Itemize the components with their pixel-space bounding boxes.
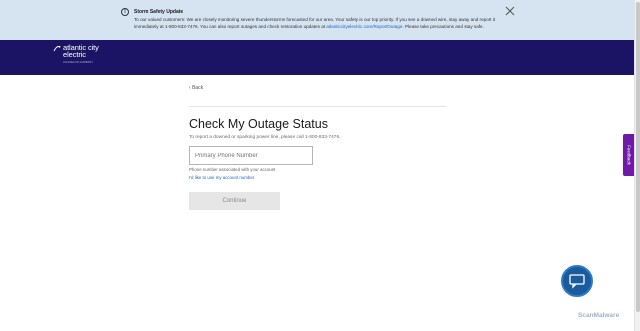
vertical-scrollbar[interactable] xyxy=(634,0,640,331)
back-link[interactable]: ‹ Back xyxy=(189,85,203,91)
logo-swirl-icon xyxy=(53,45,61,52)
alert-body-text-end: . Please take precautions and stay safe. xyxy=(402,24,484,29)
divider xyxy=(189,106,446,107)
page-title: Check My Outage Status xyxy=(189,117,328,131)
storm-alert-banner: ! Storm Safety Update To our valued cust… xyxy=(0,0,634,40)
phone-number-input[interactable] xyxy=(189,146,313,165)
page: ! Storm Safety Update To our valued cust… xyxy=(0,0,640,331)
feedback-tab[interactable]: Feedback xyxy=(623,134,634,176)
logo[interactable]: atlantic city electric xyxy=(63,44,99,59)
logo-line2: electric xyxy=(63,50,86,59)
alert-body: To our valued customers: We are closely … xyxy=(134,16,500,30)
alert-title: Storm Safety Update xyxy=(134,9,184,15)
info-circle-icon: ! xyxy=(121,8,129,16)
report-outage-link[interactable]: atlanticcityelectric.com/ReportOutage xyxy=(326,24,402,29)
chat-bubble-icon xyxy=(569,274,585,289)
back-label: Back xyxy=(192,85,204,91)
logo-subtitle: AN EXELON COMPANY xyxy=(63,61,94,64)
continue-button[interactable]: Continue xyxy=(189,192,280,210)
chat-button[interactable] xyxy=(561,265,593,297)
close-x-icon[interactable] xyxy=(505,6,515,16)
watermark: ScanMalware xyxy=(578,312,620,319)
feedback-label: Feedback xyxy=(626,145,631,165)
phone-help-text: Phone number associated with your accoun… xyxy=(189,167,276,172)
scrollbar-thumb[interactable] xyxy=(636,2,640,312)
page-subtitle: To report a downed or sparking power lin… xyxy=(189,135,341,140)
use-account-number-link[interactable]: I'd like to use my account number xyxy=(189,175,254,180)
